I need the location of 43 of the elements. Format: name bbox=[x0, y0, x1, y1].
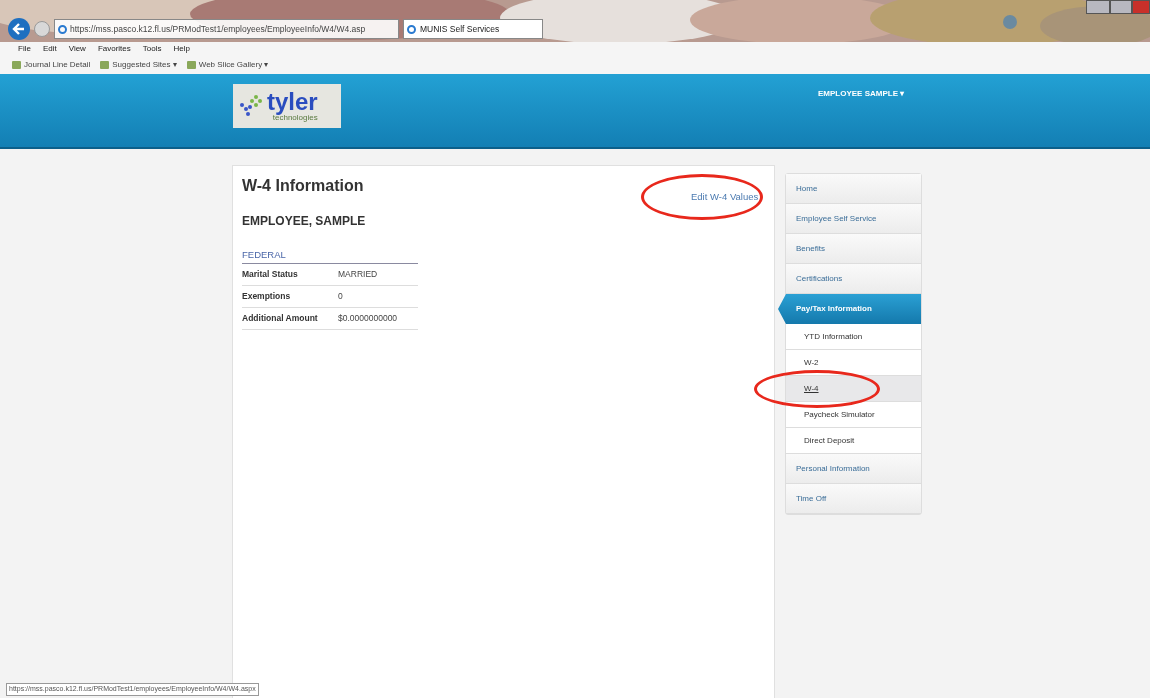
back-arrow-icon bbox=[12, 22, 26, 36]
minimize-button[interactable] bbox=[1086, 0, 1110, 14]
tab-title: MUNIS Self Services bbox=[420, 22, 500, 36]
sidebar-item[interactable]: Employee Self Service bbox=[786, 204, 921, 234]
field-value: $0.0000000000 bbox=[338, 311, 398, 325]
submenu-item[interactable]: YTD Information bbox=[786, 324, 921, 350]
employee-name: EMPLOYEE, SAMPLE bbox=[242, 213, 367, 230]
submenu-item[interactable]: W-2 bbox=[786, 350, 921, 376]
submenu-item[interactable]: Paycheck Simulator bbox=[786, 402, 921, 428]
sidebar-item[interactable]: Benefits bbox=[786, 234, 921, 264]
field-label: Exemptions bbox=[242, 290, 292, 303]
bookmark-link[interactable]: Web Slice Gallery ▾ bbox=[186, 59, 269, 71]
sidebar-item[interactable]: Personal Information bbox=[786, 454, 921, 484]
field-value: MARRIED bbox=[338, 268, 378, 281]
submenu-item[interactable]: Direct Deposit bbox=[786, 428, 921, 454]
logo-subtext: technologies bbox=[272, 114, 318, 122]
field-value: 0 bbox=[338, 290, 343, 303]
address-text: https://mss.pasco.k12.fl.us/PRModTest1/employees/EmployeeInfo/W4/W4.asp bbox=[70, 22, 366, 36]
page-icon bbox=[407, 24, 416, 34]
address-bar[interactable]: https://mss.pasco.k12.fl.us/PRModTest1/employees/EmployeeInfo/W4/W4.asp bbox=[54, 19, 399, 39]
field-label: Marital Status bbox=[242, 268, 299, 281]
sidebar-item[interactable]: Home bbox=[786, 174, 921, 204]
menu-item[interactable]: Help bbox=[173, 43, 190, 55]
sidebar-item[interactable]: Certifications bbox=[786, 264, 921, 294]
sidebar-item[interactable]: Pay/Tax Information bbox=[778, 294, 921, 324]
dots-icon bbox=[238, 93, 264, 119]
bookmark-link[interactable]: Journal Line Detail bbox=[12, 59, 91, 71]
menu-item[interactable]: Edit bbox=[42, 43, 57, 55]
menu-item[interactable]: Tools bbox=[142, 43, 162, 55]
sidebar-item[interactable]: Time Off bbox=[786, 484, 921, 514]
menu-item[interactable]: File bbox=[18, 43, 31, 55]
field-label: Additional Amount bbox=[242, 311, 319, 325]
edit-link[interactable]: Edit W-4 Values bbox=[691, 190, 759, 205]
bookmark-link[interactable]: Suggested Sites ▾ bbox=[100, 59, 177, 71]
browser-tab[interactable]: MUNIS Self Services bbox=[403, 19, 543, 39]
logo-text: tyler bbox=[267, 90, 318, 114]
maximize-button[interactable] bbox=[1110, 0, 1132, 14]
page-icon bbox=[58, 24, 67, 34]
menu-item[interactable]: View bbox=[68, 43, 86, 55]
page-title: W-4 Information bbox=[242, 176, 364, 196]
menu-item[interactable]: Favorites bbox=[97, 43, 131, 55]
section-heading: FEDERAL bbox=[242, 248, 418, 265]
submenu-item[interactable]: W-4 bbox=[786, 376, 921, 402]
